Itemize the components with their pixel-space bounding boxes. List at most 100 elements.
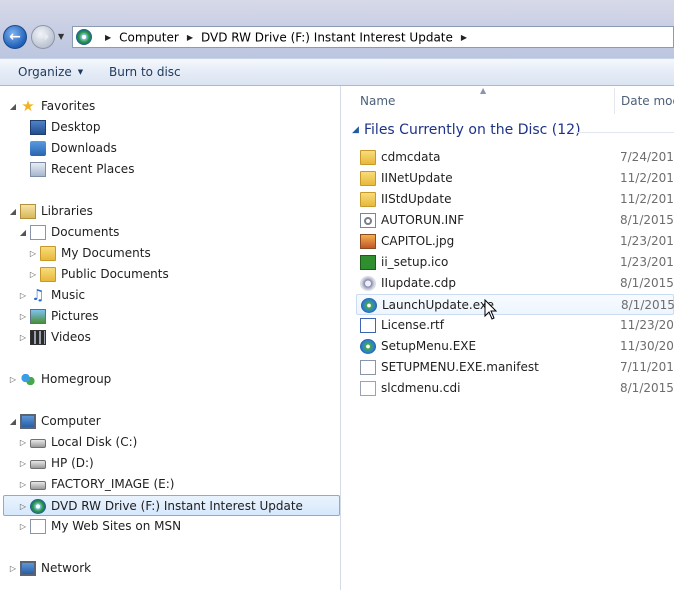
collapse-arrow-icon[interactable]: ▷: [8, 558, 18, 579]
collapse-arrow-icon[interactable]: ▷: [18, 496, 28, 517]
forward-button[interactable]: →: [31, 25, 55, 49]
breadcrumb-item-computer[interactable]: Computer: [119, 31, 179, 45]
chevron-down-icon: ▼: [77, 68, 84, 76]
collapse-arrow-icon[interactable]: ▷: [18, 474, 28, 495]
organize-button[interactable]: Organize ▼: [18, 59, 83, 86]
videos-icon: [30, 330, 46, 345]
file-row[interactable]: SETUPMENU.EXE.manifest 7/11/2012: [356, 357, 674, 378]
file-row[interactable]: SetupMenu.EXE 11/30/201: [356, 336, 674, 357]
file-date: 11/2/2011: [620, 192, 674, 206]
address-bar[interactable]: ▶ Computer ▶ DVD RW Drive (F:) Instant Inte…: [72, 26, 674, 48]
collapse-arrow-icon[interactable]: ▷: [28, 243, 38, 264]
nav-item-hp-drive[interactable]: ▷ HP (D:): [0, 453, 340, 474]
file-row[interactable]: ii_setup.ico 1/23/2014: [356, 252, 674, 273]
column-divider[interactable]: [614, 88, 615, 114]
nav-item-factory-image[interactable]: ▷ FACTORY_IMAGE (E:): [0, 474, 340, 495]
nav-homegroup[interactable]: ▷ Homegroup: [0, 369, 340, 390]
nav-computer[interactable]: ◢ Computer: [0, 411, 340, 432]
nav-label: Network: [41, 561, 92, 575]
collapse-arrow-icon[interactable]: ▷: [18, 327, 28, 348]
nav-item-music[interactable]: ▷ ♫ Music: [0, 285, 340, 306]
dvd-drive-icon: [76, 29, 92, 45]
collapse-arrow-icon[interactable]: ▷: [28, 264, 38, 285]
nav-item-local-disk[interactable]: ▷ Local Disk (C:): [0, 432, 340, 453]
file-row[interactable]: IIStdUpdate 11/2/2011: [356, 189, 674, 210]
recent-pages-dropdown[interactable]: ▼: [58, 32, 64, 41]
desktop-icon: [30, 120, 46, 135]
nav-item-recent-places[interactable]: Recent Places: [0, 159, 340, 180]
nav-label: Desktop: [51, 120, 101, 134]
nav-favorites[interactable]: ◢ ★ Favorites: [0, 96, 340, 117]
nav-item-dvd-drive[interactable]: ▷ DVD RW Drive (F:) Instant Interest Upd…: [3, 495, 340, 516]
back-button[interactable]: ←: [3, 25, 27, 49]
nav-item-pictures[interactable]: ▷ Pictures: [0, 306, 340, 327]
nav-label: FACTORY_IMAGE (E:): [51, 477, 175, 491]
collapse-arrow-icon[interactable]: ▷: [18, 453, 28, 474]
nav-item-documents[interactable]: ◢ Documents: [0, 222, 340, 243]
collapse-arrow-icon[interactable]: ▷: [8, 369, 18, 390]
nav-label: HP (D:): [51, 456, 94, 470]
file-row[interactable]: slcdmenu.cdi 8/1/2015 3: [356, 378, 674, 399]
breadcrumb-item-dvd-drive[interactable]: DVD RW Drive (F:) Instant Interest Updat…: [201, 31, 453, 45]
burn-to-disc-button[interactable]: Burn to disc: [109, 59, 181, 86]
mouse-cursor-icon: [484, 299, 498, 320]
nav-item-my-documents[interactable]: ▷ My Documents: [0, 243, 340, 264]
nav-item-desktop[interactable]: Desktop: [0, 117, 340, 138]
navigation-bar: ← → ▼ ▶ Computer ▶ DVD RW Drive (F:) Instan…: [0, 0, 674, 58]
column-header-date-modified[interactable]: Date mod: [621, 94, 674, 108]
nav-item-downloads[interactable]: Downloads: [0, 138, 340, 159]
collapse-arrow-icon[interactable]: ▷: [18, 285, 28, 306]
file-row[interactable]: IINetUpdate 11/2/2011: [356, 168, 674, 189]
nav-item-videos[interactable]: ▷ Videos: [0, 327, 340, 348]
chevron-right-icon[interactable]: ▶: [105, 28, 111, 48]
file-name: ii_setup.ico: [381, 255, 449, 269]
exe-file-icon: [360, 339, 376, 354]
manifest-file-icon: [360, 360, 376, 375]
file-date: 8/1/2015 3: [620, 213, 674, 227]
file-row[interactable]: IIupdate.cdp 8/1/2015 3: [356, 273, 674, 294]
file-list-pane: ▲ Name Date mod ◢ Files Currently on the…: [342, 86, 674, 590]
folder-icon: [360, 171, 376, 186]
computer-icon: [20, 414, 36, 429]
nav-item-public-documents[interactable]: ▷ Public Documents: [0, 264, 340, 285]
network-icon: [20, 561, 36, 576]
collapse-arrow-icon[interactable]: ▷: [18, 306, 28, 327]
expand-arrow-icon[interactable]: ◢: [8, 411, 18, 432]
cdp-file-icon: [360, 276, 376, 291]
file-name: License.rtf: [381, 318, 444, 332]
nav-label: Public Documents: [61, 267, 169, 281]
hard-drive-icon: [30, 481, 46, 490]
collapse-arrow-icon[interactable]: ▷: [18, 516, 28, 537]
file-name: AUTORUN.INF: [381, 213, 465, 227]
expand-arrow-icon[interactable]: ◢: [18, 222, 28, 243]
file-row[interactable]: LaunchUpdate.exe 8/1/2015 3: [356, 294, 674, 315]
expand-arrow-icon[interactable]: ◢: [8, 201, 18, 222]
libraries-icon: [20, 204, 36, 219]
file-row[interactable]: License.rtf 11/23/201: [356, 315, 674, 336]
chevron-right-icon[interactable]: ▶: [461, 28, 467, 48]
collapse-arrow-icon[interactable]: ▷: [18, 432, 28, 453]
dvd-drive-icon: [30, 499, 46, 514]
group-divider: [576, 132, 674, 133]
nav-libraries[interactable]: ◢ Libraries: [0, 201, 340, 222]
column-header-name[interactable]: Name: [360, 94, 395, 108]
nav-label: Documents: [51, 225, 120, 239]
image-file-icon: [360, 234, 376, 249]
documents-icon: [30, 225, 46, 240]
nav-item-my-web-sites[interactable]: ▷ My Web Sites on MSN: [0, 516, 340, 537]
file-row[interactable]: cdmcdata 7/24/2014: [356, 147, 674, 168]
settings-file-icon: [360, 213, 376, 228]
downloads-icon: [30, 141, 46, 156]
file-date: 7/11/2012: [620, 360, 674, 374]
expand-arrow-icon[interactable]: ◢: [8, 96, 18, 117]
file-row[interactable]: AUTORUN.INF 8/1/2015 3: [356, 210, 674, 231]
chevron-right-icon[interactable]: ▶: [187, 28, 193, 48]
folder-icon: [40, 267, 56, 282]
group-collapse-icon[interactable]: ◢: [352, 125, 359, 135]
exe-file-icon: [361, 298, 377, 313]
back-arrow-icon: ←: [9, 29, 21, 45]
file-row[interactable]: CAPITOL.jpg 1/23/2014: [356, 231, 674, 252]
nav-network[interactable]: ▷ Network: [0, 558, 340, 579]
file-name: SetupMenu.EXE: [381, 339, 477, 353]
nav-label: Recent Places: [51, 162, 135, 176]
